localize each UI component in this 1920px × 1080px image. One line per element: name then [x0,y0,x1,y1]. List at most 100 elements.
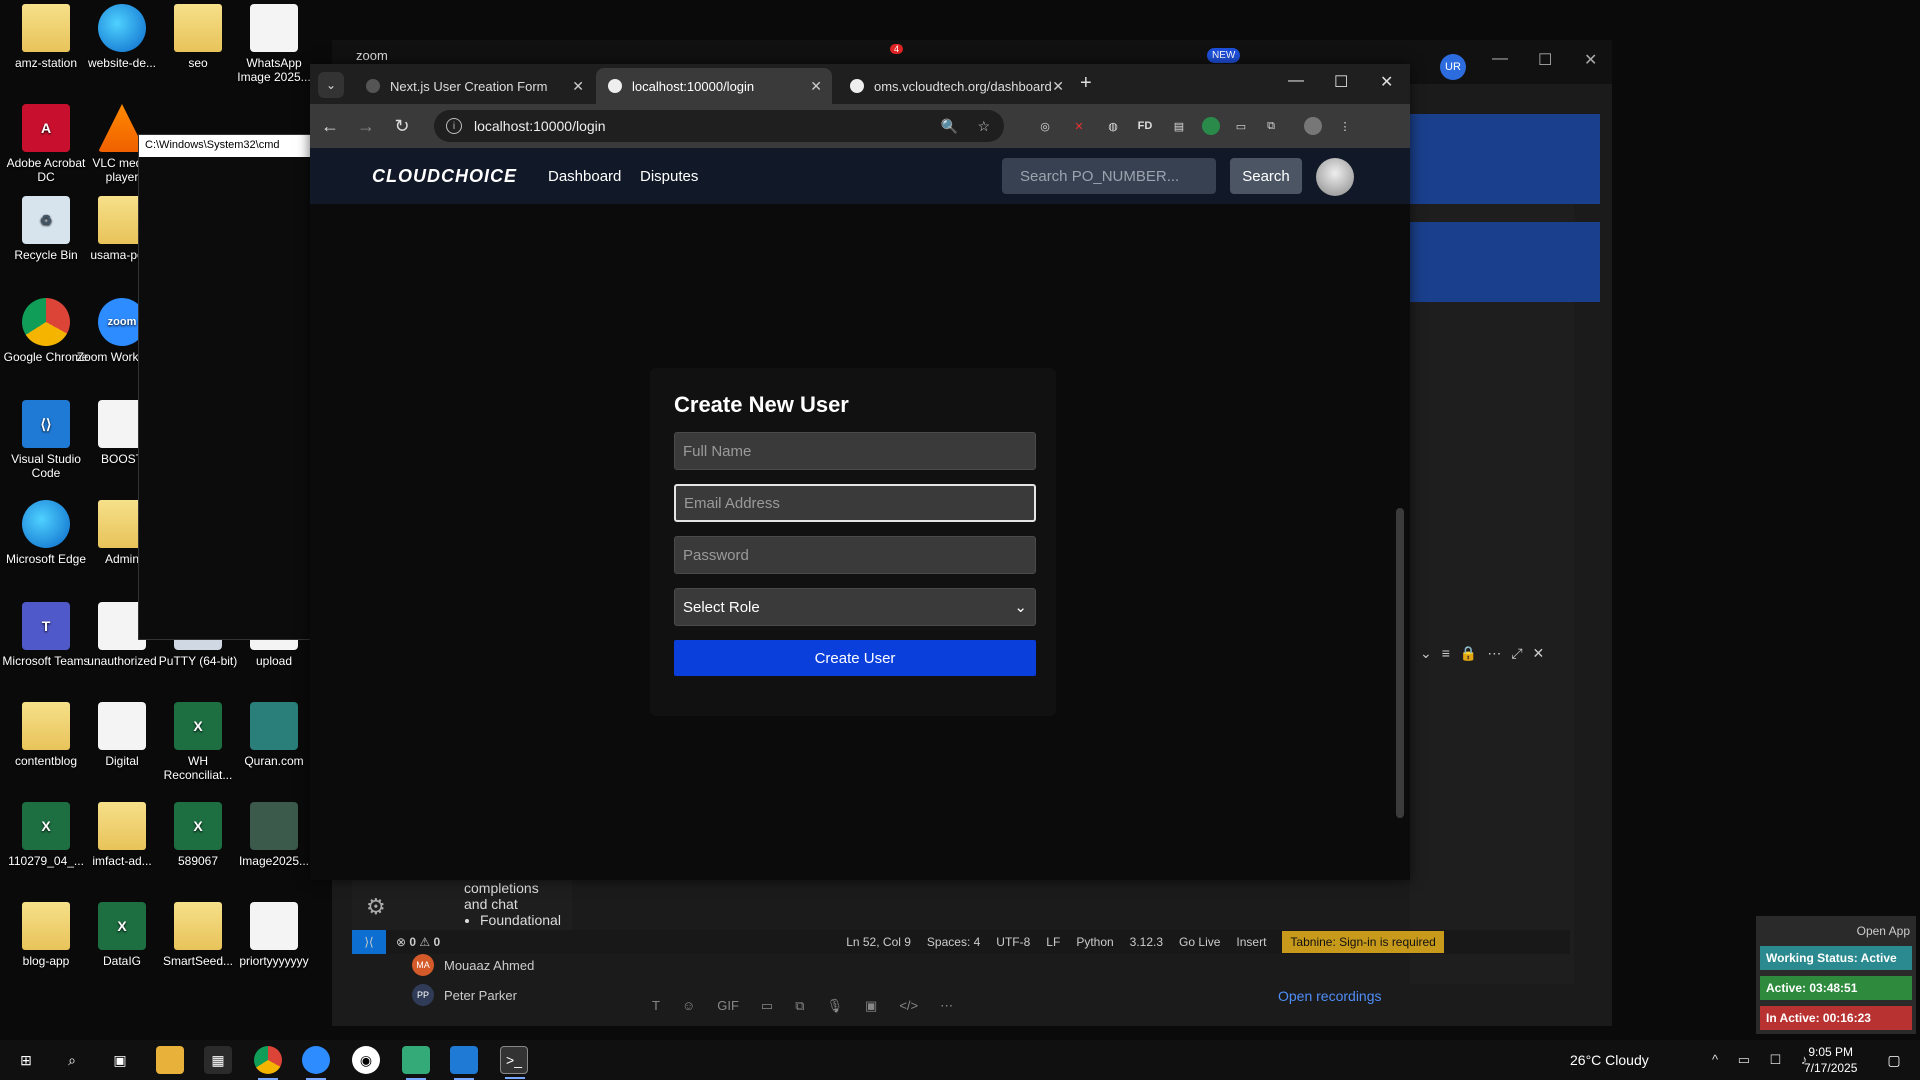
gif-icon[interactable]: GIF [717,998,739,1014]
full-name-field[interactable] [674,432,1036,470]
search-button[interactable]: Search [1230,158,1302,194]
desktop-icon-label: Digital [105,754,139,768]
minimize-icon[interactable]: — [1492,50,1508,68]
task-view-icon[interactable]: ▣ [106,1046,134,1074]
file-explorer-icon[interactable] [156,1046,184,1074]
desktop-icon[interactable]: WhatsApp Image 2025... [228,4,320,84]
language-mode[interactable]: Python [1076,935,1113,949]
email-field[interactable] [674,484,1036,522]
create-user-button[interactable]: Create User [674,640,1036,676]
extension-fd-icon[interactable]: FD [1136,117,1154,135]
store-icon[interactable]: ▦ [204,1046,232,1074]
tab-oms[interactable]: oms.vcloudtech.org/dashboard ✕ [838,68,1074,104]
vscode-taskbar-icon[interactable] [450,1046,478,1080]
remote-icon[interactable]: ⟩⟨ [352,930,386,954]
forward-icon[interactable]: → [350,110,382,142]
python-version[interactable]: 3.12.3 [1130,935,1163,949]
extension-chart-icon[interactable]: ▤ [1170,117,1188,135]
system-tray[interactable]: ^ ▭ ☐ ♪ [1712,1052,1815,1068]
notifications-icon[interactable]: ▢ [1880,1046,1908,1074]
app-taskbar-icon[interactable]: ◉ [352,1046,380,1074]
tab-nextjs[interactable]: Next.js User Creation Form ✕ [354,68,594,104]
clock[interactable]: 9:05 PM 7/17/2025 [1804,1044,1857,1076]
weather-widget[interactable]: 26°C Cloudy [1570,1052,1649,1068]
close-tab-icon[interactable]: ✕ [572,78,584,95]
zoom-taskbar-icon[interactable] [302,1046,330,1080]
eol[interactable]: LF [1046,935,1060,949]
desktop-icon[interactable]: priortyyyyyyy [228,902,320,968]
excel-icon: X [174,702,222,750]
cursor-position[interactable]: Ln 52, Col 9 [846,935,911,949]
extension-x-icon[interactable]: ✕ [1070,117,1088,135]
role-select[interactable]: Select Role ⌄ [674,588,1036,626]
menu-kebab-icon[interactable]: ⋮ [1336,117,1354,135]
desktop-icon-label: DataIG [102,954,141,968]
chrome-taskbar-icon[interactable] [254,1046,282,1080]
maximize-icon[interactable]: ☐ [1538,50,1552,70]
nav-dashboard[interactable]: Dashboard [548,168,621,185]
video-icon[interactable]: ▣ [865,998,877,1014]
chat-user[interactable]: PP Peter Parker [412,984,517,1006]
zoom-icon[interactable]: 🔍 [941,118,958,135]
settings-gear-icon[interactable]: ⚙ [366,894,386,920]
search-icon[interactable]: ⌕ [58,1046,86,1074]
open-app-link[interactable]: Open App [1857,924,1910,938]
back-icon[interactable]: ← [314,110,346,142]
tab-search-icon[interactable]: ⌄ [318,72,344,98]
go-live-button[interactable]: Go Live [1179,935,1220,949]
cmd-window[interactable]: C:\Windows\System32\cmd [138,134,338,640]
close-icon[interactable]: ✕ [1584,50,1597,70]
close-tab-icon[interactable]: ✕ [1052,78,1064,95]
profile-avatar[interactable] [1304,117,1322,135]
reload-icon[interactable]: ↻ [386,110,418,142]
minimize-icon[interactable]: — [1288,72,1304,90]
screenshot-icon[interactable]: ⧉ [795,998,804,1014]
quran-icon [250,702,298,750]
indentation[interactable]: Spaces: 4 [927,935,980,949]
code-icon[interactable]: </> [899,998,918,1014]
encoding[interactable]: UTF-8 [996,935,1030,949]
chevron-down-icon[interactable]: ⌄ [1420,645,1432,662]
open-recordings-link[interactable]: Open recordings [1278,988,1382,1004]
file-icon[interactable]: ▭ [761,998,773,1014]
desktop-icon-label: Microsoft Edge [5,552,87,566]
new-tab-icon[interactable]: + [1080,72,1092,95]
lines-icon[interactable]: ≡ [1442,645,1450,661]
close-icon[interactable]: ✕ [1533,645,1545,662]
bookmark-star-icon[interactable]: ☆ [977,118,990,135]
mic-icon[interactable]: 🎙 [827,998,844,1014]
extension-globe-icon[interactable]: ◍ [1104,117,1122,135]
extension-glasses-icon[interactable]: ◎ [1036,117,1054,135]
windows-start-icon[interactable]: ⊞ [12,1046,40,1074]
tab-localhost[interactable]: localhost:10000/login ✕ [596,68,832,104]
address-bar[interactable]: i localhost:10000/login 🔍 ☆ [434,110,1004,142]
close-icon[interactable]: ✕ [1380,72,1393,92]
emoji-icon[interactable]: ☺ [682,998,695,1014]
po-search-input[interactable] [1002,158,1216,194]
tabnine-status[interactable]: Tabnine: Sign-in is required [1282,931,1444,953]
vscode-terminal-toolbar[interactable]: ⌄ ≡ 🔒 ⋯ ⤢ ✕ [1410,640,1574,666]
desktop-icon[interactable]: Image2025... [228,802,320,868]
extension-green-icon[interactable] [1202,117,1220,135]
page-scrollbar[interactable] [1396,508,1404,818]
zoom-avatar[interactable]: UR [1440,54,1466,80]
extension-box-icon[interactable]: ▭ [1232,117,1250,135]
format-icon[interactable]: T [652,998,660,1014]
lock-icon[interactable]: 🔒 [1460,645,1477,662]
user-avatar[interactable] [1316,158,1354,196]
terminal-taskbar-icon[interactable]: >_ [500,1046,528,1079]
info-icon[interactable]: i [446,118,462,134]
password-field[interactable] [674,536,1036,574]
close-tab-icon[interactable]: ✕ [810,78,822,95]
chat-user[interactable]: MA Mouaaz Ahmed [412,954,534,976]
maximize-icon[interactable]: ⤢ [1511,645,1522,662]
app2-taskbar-icon[interactable] [402,1046,430,1080]
nav-disputes[interactable]: Disputes [640,168,698,185]
extensions-puzzle-icon[interactable]: ⧉ [1262,117,1280,135]
cloudchoice-logo[interactable]: CLOUDCHOICE [372,166,517,187]
maximize-icon[interactable]: ☐ [1334,72,1348,92]
more-icon[interactable]: ⋯ [1487,645,1501,662]
error-count-icon[interactable]: ⊗ 0 ⚠ 0 [396,935,440,949]
more-icon[interactable]: ⋯ [940,998,953,1014]
desktop-icon[interactable]: Quran.com [228,702,320,768]
